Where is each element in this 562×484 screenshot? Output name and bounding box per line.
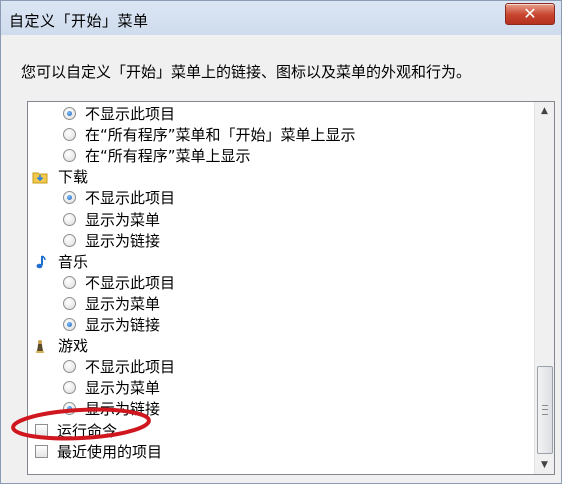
checkbox-option-label: 最近使用的项目 bbox=[57, 442, 163, 461]
radio-button-checked[interactable] bbox=[63, 107, 76, 120]
window-title: 自定义「开始」菜单 bbox=[9, 12, 149, 30]
close-button[interactable]: ✕ bbox=[505, 3, 555, 25]
checkbox[interactable] bbox=[35, 444, 48, 458]
group-header-label: 游戏 bbox=[58, 337, 89, 356]
radio-button[interactable] bbox=[63, 296, 76, 310]
radio-button[interactable] bbox=[63, 275, 76, 289]
radio-button[interactable] bbox=[63, 360, 76, 374]
group-header-label: 音乐 bbox=[58, 252, 89, 271]
start-menu-options-list[interactable]: 不显示此项目 在“所有程序”菜单和「开始」菜单上显示 在“所有程序”菜单上显示 下载不… bbox=[27, 101, 555, 475]
checkbox-option-label: 运行命令 bbox=[57, 421, 118, 440]
radio-button-checked[interactable] bbox=[63, 318, 76, 331]
radio-option-label: 显示为菜单 bbox=[85, 379, 161, 398]
downloads-folder-icon bbox=[32, 169, 48, 185]
radio-option-label: 显示为链接 bbox=[85, 400, 161, 419]
radio-option-label: 显示为菜单 bbox=[85, 294, 161, 313]
radio-option-label: 在“所有程序”菜单上显示 bbox=[85, 147, 251, 166]
radio-button[interactable] bbox=[63, 212, 76, 226]
radio-button[interactable] bbox=[63, 233, 76, 247]
radio-button[interactable] bbox=[63, 381, 76, 395]
music-note-icon bbox=[32, 254, 48, 270]
radio-button[interactable] bbox=[63, 128, 76, 142]
vertical-scrollbar[interactable]: ▲ ▼ bbox=[534, 102, 554, 474]
radio-option-label: 显示为菜单 bbox=[85, 210, 161, 229]
scroll-grip-icon bbox=[542, 405, 548, 415]
radio-option-label: 不显示此项目 bbox=[85, 358, 176, 377]
radio-button-checked[interactable] bbox=[63, 191, 76, 205]
radio-option-label: 显示为链接 bbox=[85, 316, 161, 334]
title-bar[interactable]: 自定义「开始」菜单 ✕ bbox=[1, 1, 561, 35]
scroll-down-arrow-icon[interactable]: ▼ bbox=[535, 456, 554, 474]
scroll-up-arrow-icon[interactable]: ▲ bbox=[535, 102, 554, 120]
radio-option-label: 在“所有程序”菜单和「开始」菜单上显示 bbox=[85, 126, 356, 145]
radio-option-label: 不显示此项目 bbox=[85, 189, 176, 208]
radio-option-label: 不显示此项目 bbox=[85, 105, 176, 123]
group-header-label: 下载 bbox=[58, 168, 89, 187]
scrollbar-thumb[interactable] bbox=[537, 366, 553, 454]
checkbox[interactable] bbox=[35, 423, 48, 437]
close-icon: ✕ bbox=[523, 4, 537, 23]
customize-start-menu-dialog: 自定义「开始」菜单 ✕ 您可以自定义「开始」菜单上的链接、图标以及菜单的外观和行… bbox=[0, 0, 562, 484]
radio-option-label: 显示为链接 bbox=[85, 231, 161, 250]
description-text: 您可以自定义「开始」菜单上的链接、图标以及菜单的外观和行为。 bbox=[21, 63, 472, 81]
list-content: 不显示此项目 在“所有程序”菜单和「开始」菜单上显示 在“所有程序”菜单上显示 下载不… bbox=[28, 102, 534, 474]
radio-button[interactable] bbox=[63, 149, 76, 163]
games-icon bbox=[32, 338, 48, 354]
radio-option-label: 不显示此项目 bbox=[85, 273, 176, 292]
radio-button-checked[interactable] bbox=[63, 402, 76, 416]
